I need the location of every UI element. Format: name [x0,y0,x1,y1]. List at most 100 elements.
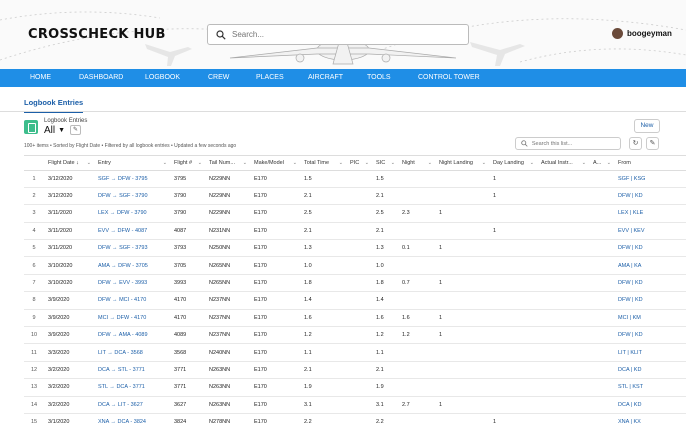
nav-item-logbook[interactable]: LOGBOOK [145,69,181,89]
table-cell-link[interactable]: AMA → DFW - 3705 [94,256,170,275]
chevron-down-icon[interactable]: ⌄ [243,160,247,166]
table-cell-link[interactable]: DFW → EVV - 3993 [94,274,170,293]
column-header[interactable]: PIC ⌄ [346,156,372,171]
chevron-down-icon[interactable]: ⌄ [607,160,611,166]
table-cell: N231NN [205,222,250,241]
nav-item-control-tower[interactable]: CONTROL TOWER [418,69,480,87]
column-header[interactable]: Total Time ⌄ [300,156,346,171]
column-header[interactable]: Flight Date ↓ ⌄ [44,156,94,171]
table-cell-link[interactable]: LIT → DCA - 3568 [94,343,170,362]
column-header[interactable]: Day Landing ⌄ [489,156,537,171]
refresh-icon[interactable]: ↻ [629,137,642,150]
new-button[interactable]: New [634,119,660,133]
chevron-down-icon[interactable]: ⌄ [293,160,297,166]
nav-item-home[interactable]: HOME [30,69,51,87]
chevron-down-icon[interactable]: ⌄ [198,160,202,166]
table-cell-link[interactable]: DCA → LIT - 3627 [94,396,170,414]
column-header[interactable]: Entry ⌄ [94,156,170,171]
pin-icon[interactable]: ✎ [70,125,81,135]
table-row[interactable]: 5 3/11/2020 DFW → SGF - 3793 3793 N250NN E170… [24,239,686,258]
table-row[interactable]: 11 3/3/2020 LIT → DCA - 3568 3568 N240NN E170… [24,343,686,362]
chevron-down-icon[interactable]: ⌄ [163,160,167,166]
table-cell-link[interactable]: DFW → MCI - 4170 [94,291,170,310]
nav-item-tools[interactable]: TOOLS [367,69,391,87]
table-cell-link[interactable]: DFW → AMA - 4089 [94,326,170,345]
column-header[interactable]: Flight # ⌄ [170,156,205,171]
row-number: 1 [24,170,44,188]
table-cell: N263NN [205,378,250,397]
table-cell-link[interactable]: DCA → STL - 3771 [94,361,170,380]
table-cell-link[interactable]: AMA | KA [614,256,686,275]
nav-item-aircraft[interactable]: AIRCRAFT [308,69,343,87]
chevron-down-icon[interactable]: ⌄ [339,160,343,166]
list-search[interactable] [515,137,621,150]
chevron-down-icon[interactable]: ⌄ [530,160,534,166]
table-cell-link[interactable]: DFW | KD [614,291,686,310]
column-header[interactable]: Make/Model ⌄ [250,156,300,171]
table-cell-link[interactable]: SGF | KSG [614,170,686,188]
table-cell-link[interactable]: STL → DCA - 3771 [94,378,170,397]
table-cell-link[interactable]: LEX | KLE [614,204,686,223]
table-cell-link[interactable]: LEX → DFW - 3790 [94,204,170,223]
table-cell-link[interactable]: DFW | KD [614,239,686,258]
table-row[interactable]: 2 3/12/2020 DFW → SGF - 3790 3790 N229NN E170… [24,187,686,206]
table-cell-link[interactable]: DFW → SGF - 3793 [94,239,170,258]
table-cell: 3/9/2020 [44,326,94,345]
table-row[interactable]: 8 3/9/2020 DFW → MCI - 4170 4170 N237NN E170 1… [24,291,686,310]
chevron-down-icon[interactable]: ⌄ [428,160,432,166]
table-cell-link[interactable]: SGF → DFW - 3795 [94,170,170,188]
table-cell-link[interactable]: EVV | KEV [614,222,686,241]
table-cell-link[interactable]: DCA | KD [614,361,686,380]
chevron-down-icon[interactable]: ⌄ [482,160,486,166]
table-cell-link[interactable]: EVV → DFW - 4087 [94,222,170,241]
table-cell [346,239,372,258]
table-row[interactable]: 10 3/9/2020 DFW → AMA - 4089 4089 N237NN E170… [24,326,686,345]
table-row[interactable]: 6 3/10/2020 AMA → DFW - 3705 3705 N265NN E170… [24,256,686,275]
table-row[interactable]: 12 3/2/2020 DCA → STL - 3771 3771 N263NN E170… [24,361,686,380]
table-cell-link[interactable]: DFW | KD [614,187,686,206]
chevron-down-icon[interactable]: ⌄ [391,160,395,166]
chevron-down-icon[interactable]: ⌄ [87,160,91,166]
table-cell-link[interactable]: DCA | KD [614,396,686,414]
chevron-down-icon[interactable]: ⌄ [582,160,586,166]
table-cell-link[interactable]: XNA | KX [614,413,686,428]
table-cell-link[interactable]: DFW | KD [614,274,686,293]
nav-item-crew[interactable]: CREW [208,69,229,87]
search-icon [521,140,528,147]
list-search-input[interactable] [531,140,620,147]
column-header[interactable]: Tail Num... ⌄ [205,156,250,171]
edit-icon[interactable]: ✎ [646,137,659,150]
nav-item-dashboard[interactable]: DASHBOARD [79,69,123,87]
table-row[interactable]: 9 3/9/2020 MCI → DFW - 4170 4170 N237NN E170 1… [24,309,686,328]
table-row[interactable]: 1 3/12/2020 SGF → DFW - 3795 3795 N229NN E170… [24,170,686,188]
column-header[interactable]: Actual Instr... ⌄ [537,156,589,171]
global-search[interactable] [207,24,469,45]
table-row[interactable]: 14 3/2/2020 DCA → LIT - 3627 3627 N263NN E170… [24,396,686,414]
table-cell-link[interactable]: STL | KST [614,378,686,397]
table-cell-link[interactable]: DFW | KD [614,326,686,345]
user-menu[interactable]: boogeyman [612,28,672,39]
global-search-input[interactable] [232,30,452,39]
nav-item-places[interactable]: PLACES [256,69,284,87]
table-cell-link[interactable]: MCI | KM [614,309,686,328]
table-cell-link[interactable]: LIT | KLIT [614,343,686,362]
table-row[interactable]: 4 3/11/2020 EVV → DFW - 4087 4087 N231NN E170… [24,222,686,241]
chevron-down-icon[interactable]: ⌄ [365,160,369,166]
table-cell-link[interactable]: XNA → DCA - 3824 [94,413,170,428]
app-logo[interactable]: CROSSCHECK HUB [28,27,166,42]
table-row[interactable]: 13 3/2/2020 STL → DCA - 3771 3771 N263NN E170… [24,378,686,397]
table-cell-link[interactable]: DFW → SGF - 3790 [94,187,170,206]
column-header[interactable]: Night ⌄ [398,156,435,171]
column-header[interactable]: A... ⌄ [589,156,614,171]
column-header[interactable]: From [614,156,686,171]
table-row[interactable]: 3 3/11/2020 LEX → DFW - 3790 3790 N229NN E170… [24,204,686,223]
list-view-selector[interactable]: All ▼ [44,125,65,136]
table-cell: 3/3/2020 [44,343,94,362]
table-cell [346,204,372,223]
table-cell: 3771 [170,361,205,380]
table-row[interactable]: 15 3/1/2020 XNA → DCA - 3824 3824 N278NN E170… [24,413,686,428]
column-header[interactable]: Night Landing ⌄ [435,156,489,171]
column-header[interactable]: SIC ⌄ [372,156,398,171]
table-row[interactable]: 7 3/10/2020 DFW → EVV - 3993 3993 N265NN E170… [24,274,686,293]
table-cell-link[interactable]: MCI → DFW - 4170 [94,309,170,328]
